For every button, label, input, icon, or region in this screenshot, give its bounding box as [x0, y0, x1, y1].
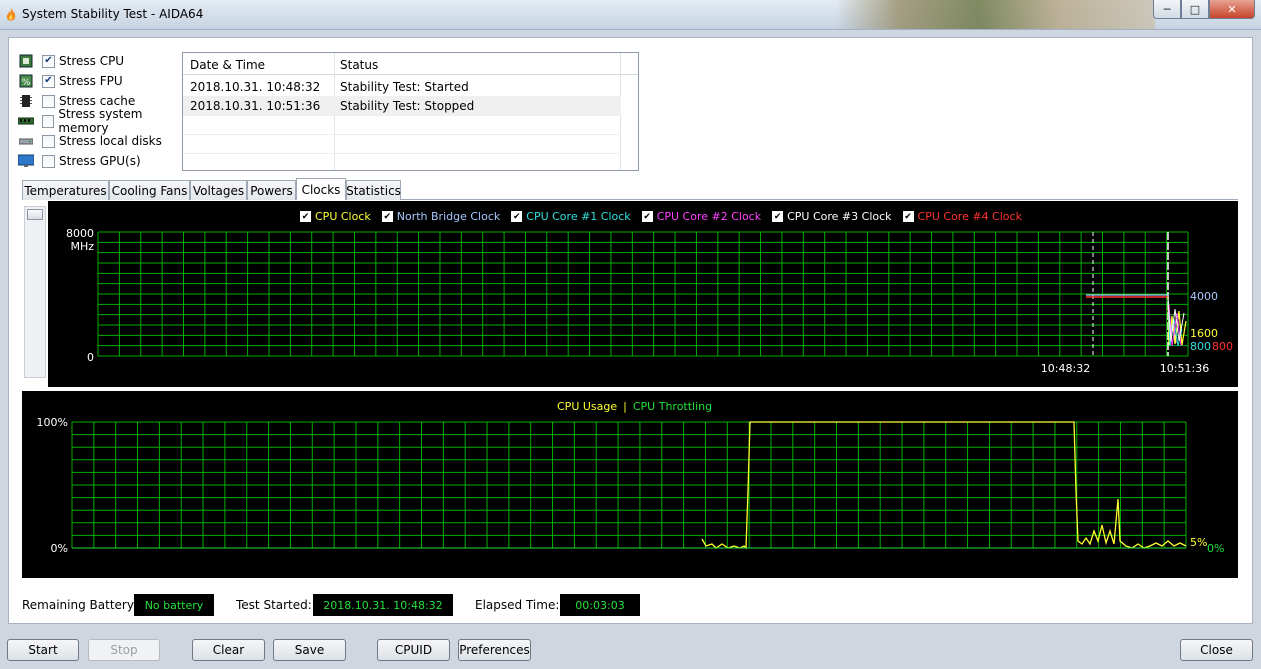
tab-cooling-fans[interactable]: Cooling Fans — [109, 180, 190, 200]
title-bar: System Stability Test - AIDA64 ─ □ ✕ — [0, 0, 1261, 30]
event-log-list[interactable]: Date & Time Status 2018.10.31. 10:48:32 … — [182, 52, 639, 171]
tab-statistics[interactable]: Statistics — [346, 180, 401, 200]
start-button[interactable]: Start — [7, 639, 79, 661]
clock-time-end-label: 10:51:36 — [1159, 362, 1210, 375]
usage-graph — [71, 421, 1187, 550]
stress-disks-option[interactable]: Stress local disks — [18, 132, 188, 150]
elapsed-time-value: 00:03:03 — [560, 594, 640, 616]
battery-value: No battery — [134, 594, 214, 616]
log-column-status[interactable]: Status — [340, 58, 378, 72]
stop-button[interactable]: Stop — [88, 639, 160, 661]
usage-value-cpu: 5% — [1190, 536, 1208, 549]
svg-text:%: % — [22, 78, 31, 88]
log-cell-datetime: 2018.10.31. 10:51:36 — [190, 99, 321, 113]
tab-powers[interactable]: Powers — [247, 180, 296, 200]
stress-gpu-option[interactable]: Stress GPU(s) — [18, 152, 188, 170]
window-title: System Stability Test - AIDA64 — [22, 7, 204, 21]
clock-time-start-label: 10:48:32 — [1040, 362, 1091, 375]
maximize-button[interactable]: □ — [1181, 0, 1209, 19]
tab-temperatures[interactable]: Temperatures — [22, 180, 109, 200]
clock-value-nb: 4000 — [1190, 290, 1218, 303]
log-cell-status: Stability Test: Started — [340, 80, 469, 94]
usage-graph-panel: CPU Usage | CPU Throttling 100% 0% 5% 0% — [22, 391, 1238, 578]
log-cell-datetime: 2018.10.31. 10:48:32 — [190, 80, 321, 94]
stress-fpu-checkbox[interactable]: ✔ — [42, 74, 55, 88]
close-icon: ✕ — [1227, 2, 1237, 16]
minimize-button[interactable]: ─ — [1153, 0, 1181, 19]
minimize-icon: ─ — [1163, 2, 1171, 16]
stress-fpu-label: Stress FPU — [59, 74, 123, 88]
stress-cache-checkbox[interactable] — [42, 94, 55, 108]
cpuid-button[interactable]: CPUID — [377, 639, 450, 661]
save-button[interactable]: Save — [273, 639, 346, 661]
disk-drive-icon — [18, 133, 34, 149]
slider-thumb[interactable] — [27, 209, 43, 220]
graph-scale-slider[interactable] — [24, 206, 46, 378]
stress-disks-checkbox[interactable] — [42, 134, 55, 148]
test-started-label: Test Started: — [236, 598, 312, 612]
stress-memory-option[interactable]: Stress system memory — [18, 107, 188, 135]
preferences-button[interactable]: Preferences — [458, 639, 531, 661]
log-row[interactable]: 2018.10.31. 10:51:36 Stability Test: Sto… — [183, 96, 621, 115]
stress-memory-checkbox[interactable] — [42, 114, 55, 128]
close-window-button[interactable]: ✕ — [1209, 0, 1255, 19]
clock-value-cpu: 1600 — [1190, 327, 1218, 340]
title-bar-background-image — [835, 0, 1155, 29]
stress-cpu-checkbox[interactable]: ✔ — [42, 54, 55, 68]
cpu-chip-icon — [18, 53, 34, 69]
cpu-core4-line — [1086, 296, 1171, 342]
tab-voltages[interactable]: Voltages — [190, 180, 247, 200]
log-row[interactable]: 2018.10.31. 10:48:32 Stability Test: Sta… — [183, 77, 621, 96]
aida64-flame-icon — [6, 8, 16, 21]
clock-graph — [97, 231, 1189, 357]
close-button[interactable]: Close — [1180, 639, 1253, 661]
elapsed-time-label: Elapsed Time: — [475, 598, 560, 612]
stress-gpu-label: Stress GPU(s) — [59, 154, 141, 168]
fpu-percent-icon: % — [18, 73, 34, 89]
log-cell-status: Stability Test: Stopped — [340, 99, 475, 113]
test-started-value: 2018.10.31. 10:48:32 — [313, 594, 453, 616]
memory-module-icon — [18, 113, 34, 129]
log-header: Date & Time Status — [183, 53, 638, 75]
clear-button[interactable]: Clear — [192, 639, 265, 661]
log-column-datetime[interactable]: Date & Time — [190, 58, 265, 72]
clock-value-core4: 800 — [1212, 340, 1233, 353]
stress-disks-label: Stress local disks — [59, 134, 162, 148]
clock-value-core1: 800 — [1190, 340, 1211, 353]
stress-fpu-option[interactable]: % ✔ Stress FPU — [18, 72, 188, 90]
stress-memory-label: Stress system memory — [58, 107, 143, 135]
stress-gpu-checkbox[interactable] — [42, 154, 55, 168]
clock-graph-panel: ✔ CPU Clock ✔ North Bridge Clock ✔ CPU C… — [48, 201, 1238, 387]
cache-chip-icon — [18, 93, 34, 109]
usage-value-throttling: 0% — [1207, 542, 1225, 555]
stress-cpu-option[interactable]: ✔ Stress CPU — [18, 52, 188, 70]
stress-cpu-label: Stress CPU — [59, 54, 125, 68]
battery-label: Remaining Battery: — [22, 598, 138, 612]
tab-clocks[interactable]: Clocks — [296, 178, 346, 200]
stress-cache-label: Stress cache — [59, 94, 136, 108]
maximize-icon: □ — [1189, 2, 1201, 16]
monitor-icon — [18, 153, 34, 169]
